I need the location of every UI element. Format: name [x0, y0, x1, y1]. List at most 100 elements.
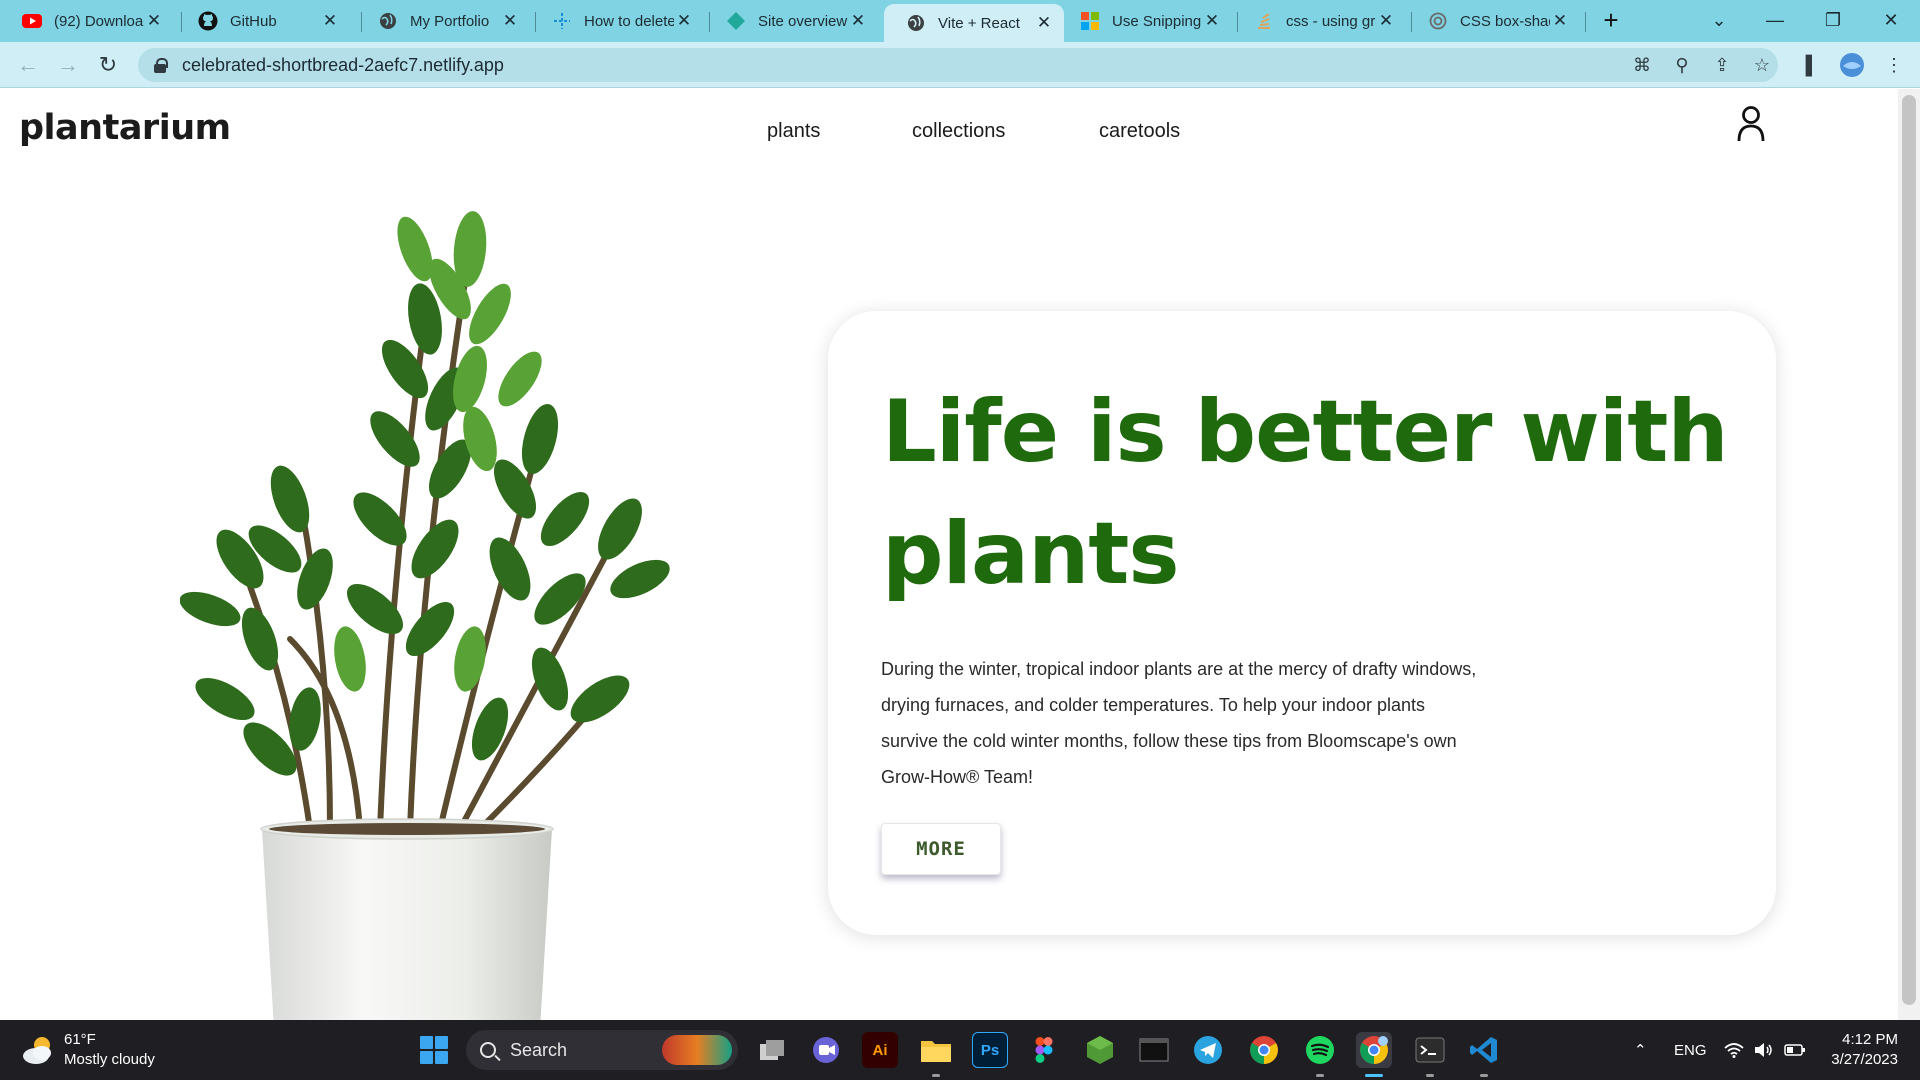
- show-hidden-icons-chevron-icon[interactable]: ⌃: [1634, 1020, 1647, 1080]
- close-icon[interactable]: ✕: [848, 11, 868, 31]
- browser-tab-css-gradient[interactable]: css - using gra ✕: [1232, 4, 1406, 38]
- tab-title: css - using gra: [1286, 12, 1376, 30]
- restore-button[interactable]: ❐: [1810, 4, 1856, 36]
- browser-tab-site-overview[interactable]: Site overview | ✕: [704, 4, 878, 38]
- photoshop-icon[interactable]: Ps: [972, 1032, 1008, 1068]
- side-panel-icon[interactable]: ▌: [1798, 52, 1826, 80]
- nav-link-collections[interactable]: collections: [912, 120, 1005, 143]
- task-view-icon[interactable]: [754, 1032, 790, 1068]
- share-icon[interactable]: ⇪: [1708, 52, 1736, 80]
- profile-avatar-icon[interactable]: [1838, 52, 1866, 80]
- tab-search-chevron-icon[interactable]: ⌄: [1696, 4, 1742, 36]
- tab-title: My Portfolio: [410, 12, 490, 30]
- windows-start-icon[interactable]: [420, 1036, 448, 1064]
- nav-link-plants[interactable]: plants: [767, 120, 820, 143]
- translate-icon[interactable]: ⌘: [1628, 52, 1656, 80]
- tab-separator: [1585, 12, 1586, 32]
- back-button[interactable]: ←: [14, 52, 42, 80]
- weather-temperature: 61°F: [64, 1031, 96, 1048]
- minecraft-icon[interactable]: [1082, 1032, 1118, 1068]
- volume-icon[interactable]: [1754, 1020, 1774, 1080]
- weather-condition: Mostly cloudy: [64, 1051, 155, 1068]
- hero-description: During the winter, tropical indoor plant…: [881, 659, 1477, 787]
- stackoverflow-icon: [1254, 11, 1274, 31]
- reload-button[interactable]: ↻: [94, 52, 122, 80]
- chrome-icon[interactable]: [1246, 1032, 1282, 1068]
- illustrator-icon[interactable]: Ai: [862, 1032, 898, 1068]
- close-window-button[interactable]: ✕: [1868, 4, 1914, 36]
- user-account-icon[interactable]: [1736, 105, 1766, 143]
- browser-tab-github[interactable]: GitHub ✕: [176, 4, 350, 38]
- globe-icon: [378, 11, 398, 31]
- browser-tab-vite-react[interactable]: Vite + React ✕: [884, 4, 1064, 42]
- hero-card: Life is better with plants During the wi…: [828, 311, 1776, 935]
- hero-title: Life is better with plants: [882, 382, 1729, 604]
- close-icon[interactable]: ✕: [1034, 13, 1054, 33]
- tab-title: (92) Download: [54, 12, 144, 30]
- search-icon: [480, 1042, 496, 1058]
- forward-button[interactable]: →: [54, 52, 82, 80]
- bookmark-star-icon[interactable]: ☆: [1748, 52, 1776, 80]
- close-icon[interactable]: ✕: [1376, 11, 1396, 31]
- tab-title: How to delete: [584, 12, 674, 30]
- globe-icon: [906, 13, 926, 33]
- browser-tab-snipping[interactable]: Use Snipping ✕: [1058, 4, 1232, 38]
- tab-title: CSS box-shad: [1460, 12, 1550, 30]
- web-page: plantarium plants collections caretools: [0, 89, 1920, 1020]
- more-button[interactable]: MORE: [881, 823, 1001, 875]
- browser-tab-portfolio[interactable]: My Portfolio ✕: [356, 4, 530, 38]
- system-clock[interactable]: 4:12 PM 3/27/2023: [1818, 1030, 1898, 1070]
- browser-tab-css-box-shadow[interactable]: CSS box-shad ✕: [1406, 4, 1580, 38]
- plant-image: [179, 139, 700, 1020]
- clock-time: 4:12 PM: [1842, 1031, 1898, 1048]
- chrome-profile-icon[interactable]: [1356, 1032, 1392, 1077]
- browser-toolbar: ← → ↻ celebrated-shortbread-2aefc7.netli…: [0, 42, 1920, 88]
- search-highlight-icon: [662, 1035, 732, 1065]
- figma-icon[interactable]: [1026, 1032, 1062, 1068]
- nav-link-caretools[interactable]: caretools: [1099, 120, 1180, 143]
- browser-tab-youtube[interactable]: (92) Download ✕: [0, 4, 174, 38]
- scrollbar-thumb[interactable]: [1902, 95, 1916, 1005]
- weather-widget[interactable]: 61°F Mostly cloudy: [20, 1030, 155, 1070]
- browser-tab-how-to-delete[interactable]: How to delete ✕: [530, 4, 704, 38]
- windows-taskbar: 61°F Mostly cloudy Search Ai Ps ⌃ ENG 4:…: [0, 1020, 1920, 1080]
- tab-title: Site overview |: [758, 12, 848, 30]
- youtube-icon: [22, 11, 42, 31]
- new-tab-button[interactable]: +: [1596, 6, 1626, 36]
- vscode-icon[interactable]: [1466, 1032, 1502, 1077]
- terminal-icon[interactable]: [1136, 1032, 1172, 1068]
- more-menu-icon[interactable]: ⋮: [1880, 52, 1908, 80]
- taskbar-search[interactable]: Search: [466, 1030, 738, 1070]
- wifi-icon[interactable]: [1724, 1020, 1744, 1080]
- lock-icon[interactable]: [154, 58, 168, 73]
- openai-icon: [1428, 11, 1448, 31]
- search-placeholder: Search: [510, 1039, 568, 1060]
- figma-grid-icon: [552, 11, 572, 31]
- battery-icon[interactable]: [1784, 1020, 1806, 1080]
- address-bar[interactable]: celebrated-shortbread-2aefc7.netlify.app: [138, 48, 1778, 82]
- netlify-icon: [726, 11, 746, 31]
- close-icon[interactable]: ✕: [1550, 11, 1570, 31]
- close-icon[interactable]: ✕: [320, 11, 340, 31]
- zoom-icon[interactable]: ⚲: [1668, 52, 1696, 80]
- microsoft-icon: [1080, 11, 1100, 31]
- close-icon[interactable]: ✕: [1202, 11, 1222, 31]
- close-icon[interactable]: ✕: [500, 11, 520, 31]
- close-icon[interactable]: ✕: [674, 11, 694, 31]
- partly-cloudy-icon: [20, 1034, 56, 1066]
- url-text[interactable]: celebrated-shortbread-2aefc7.netlify.app: [182, 55, 504, 76]
- tab-title: GitHub: [230, 12, 277, 30]
- page-scrollbar[interactable]: [1898, 89, 1920, 1020]
- close-icon[interactable]: ✕: [144, 11, 164, 31]
- tab-title: Use Snipping: [1112, 12, 1202, 30]
- telegram-icon[interactable]: [1190, 1032, 1226, 1068]
- language-indicator[interactable]: ENG: [1674, 1020, 1707, 1080]
- file-explorer-icon[interactable]: [918, 1032, 954, 1077]
- minimize-button[interactable]: —: [1752, 4, 1798, 36]
- github-icon: [198, 11, 218, 31]
- tab-title: Vite + React: [938, 14, 1020, 32]
- windows-terminal-icon[interactable]: [1412, 1032, 1448, 1077]
- teams-icon[interactable]: [808, 1032, 844, 1068]
- browser-tab-strip: (92) Download ✕ GitHub ✕ My Portfolio ✕ …: [0, 0, 1920, 42]
- spotify-icon[interactable]: [1302, 1032, 1338, 1077]
